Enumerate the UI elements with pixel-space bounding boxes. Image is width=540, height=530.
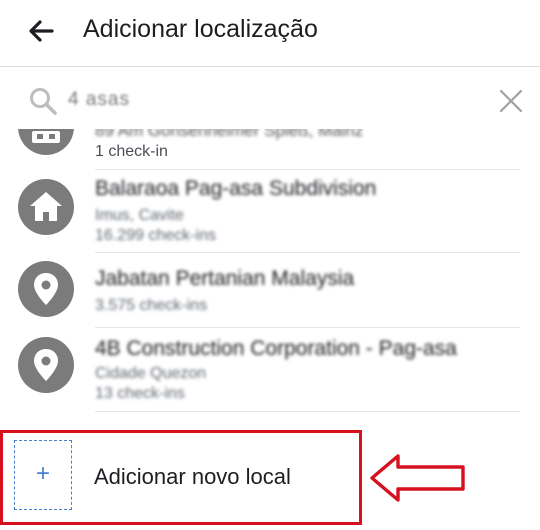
arrow-left-annotation-icon: [370, 454, 465, 502]
divider: [95, 411, 520, 412]
location-detail: Cidade Quezon: [95, 365, 207, 382]
location-detail: 16.299 check-ins: [95, 227, 216, 244]
building-icon: [18, 129, 74, 155]
list-item[interactable]: Balaraoa Pag-asa Subdivision Imus, Cavit…: [0, 177, 540, 253]
location-detail: 1 check-in: [95, 143, 168, 160]
search-input[interactable]: 4 asas: [68, 89, 130, 111]
location-results-list: 89 Am Gonsenheimer Spieß, Mainz 1 check-…: [0, 129, 540, 419]
list-item[interactable]: 4B Construction Corporation - Pag-asa Ci…: [0, 337, 540, 409]
divider: [95, 327, 520, 328]
list-item[interactable]: 89 Am Gonsenheimer Spieß, Mainz 1 check-…: [0, 129, 540, 169]
list-item[interactable]: Jabatan Pertanian Malaysia 3.575 check-i…: [0, 261, 540, 323]
arrow-left-icon[interactable]: [26, 16, 56, 46]
page-title: Adicionar localização: [83, 15, 318, 43]
app-header: Adicionar localização: [0, 0, 540, 67]
location-pin-icon: [18, 261, 74, 317]
close-icon[interactable]: [496, 86, 526, 116]
location-detail: 13 check-ins: [95, 385, 185, 402]
location-name: Balaraoa Pag-asa Subdivision: [95, 177, 377, 200]
home-icon: [18, 179, 74, 235]
location-name: 89 Am Gonsenheimer Spieß, Mainz: [95, 129, 364, 140]
divider: [95, 169, 520, 170]
location-name: Jabatan Pertanian Malaysia: [95, 267, 355, 290]
search-bar: 4 asas: [0, 67, 540, 129]
plus-icon: +: [35, 460, 50, 487]
location-name: 4B Construction Corporation - Pag-asa: [95, 337, 457, 360]
add-new-place-label: Adicionar novo local: [94, 464, 291, 489]
location-pin-icon: [18, 337, 74, 393]
location-detail: Imus, Cavite: [95, 207, 184, 224]
search-icon: [30, 88, 57, 115]
divider: [95, 252, 520, 253]
location-detail: 3.575 check-ins: [95, 297, 208, 314]
